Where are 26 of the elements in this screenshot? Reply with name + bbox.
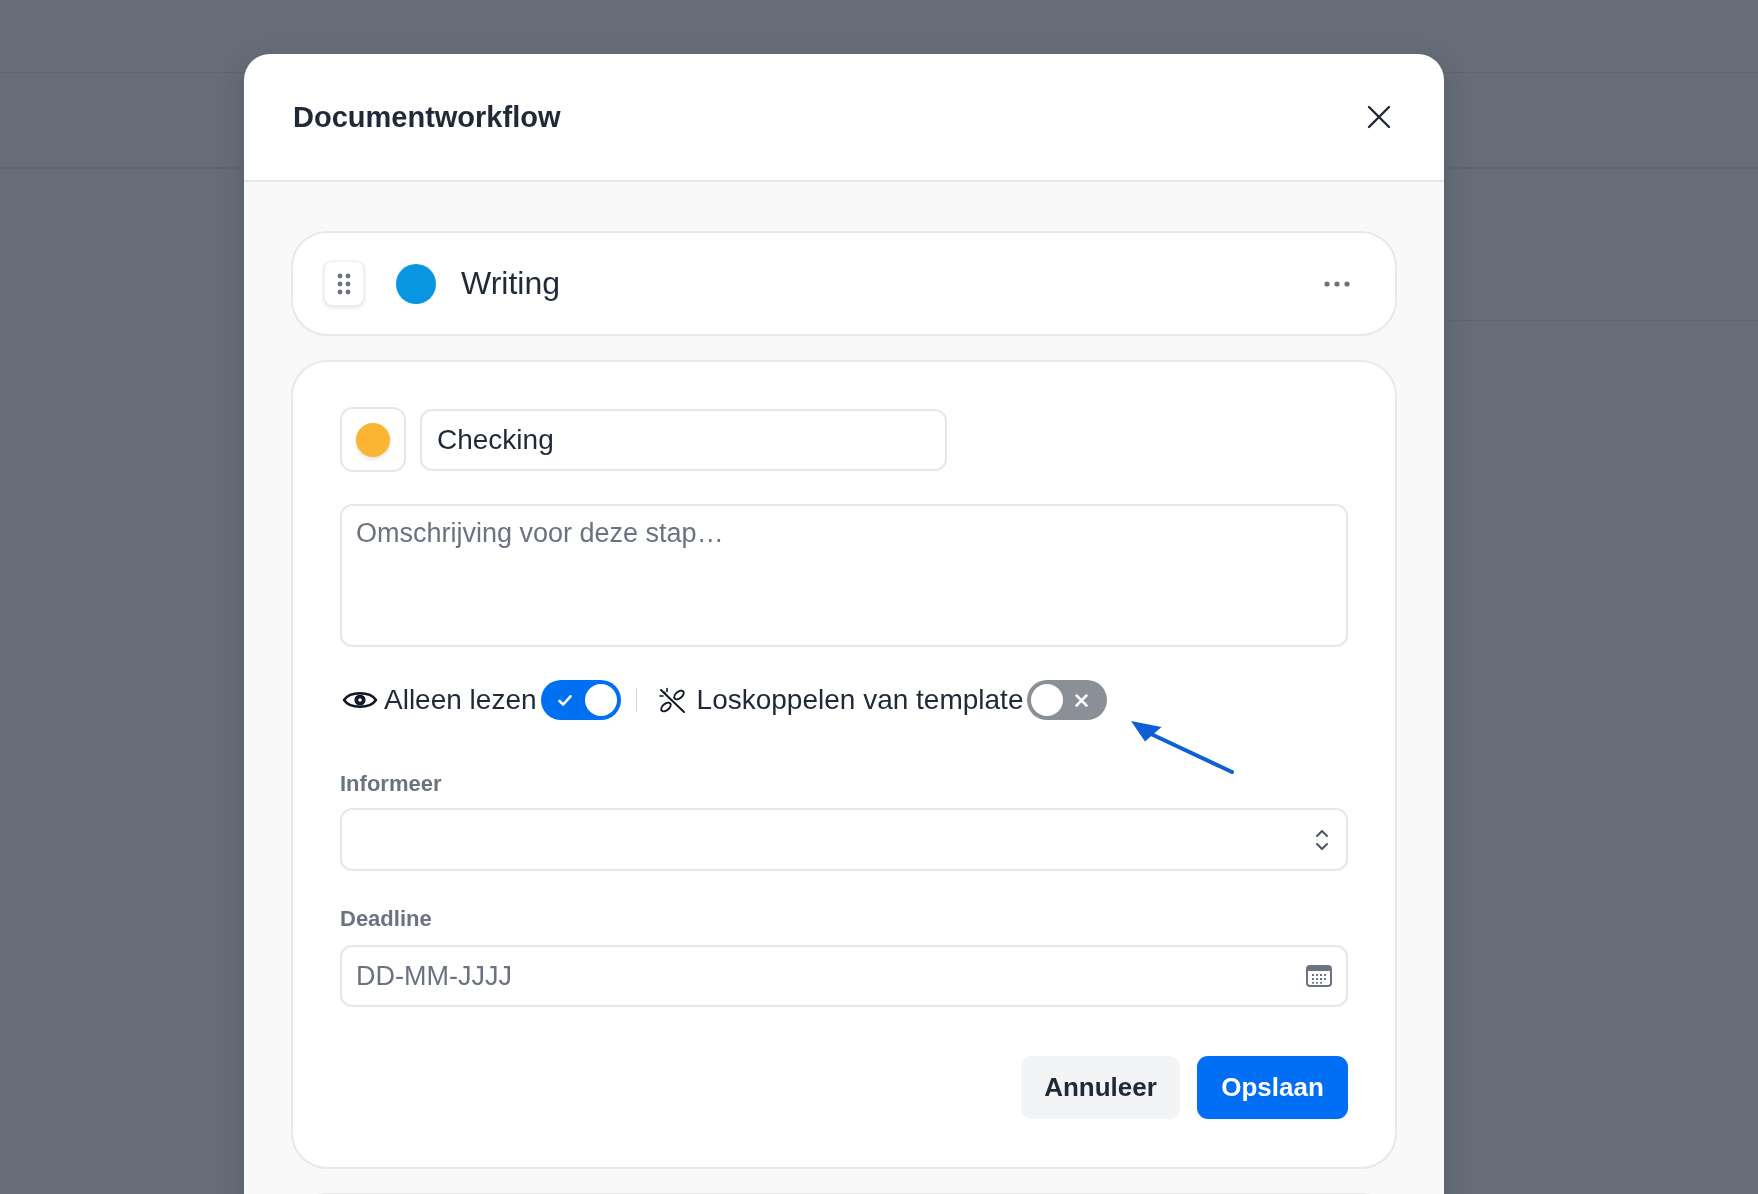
description-field[interactable]: Omschrijving voor deze stap… — [340, 504, 1348, 647]
close-icon — [1367, 105, 1391, 129]
toggle-switch[interactable] — [540, 680, 621, 720]
cancel-button[interactable]: Annuleer — [1021, 1056, 1180, 1119]
grip-icon[interactable] — [324, 261, 364, 306]
option-label: Loskoppelen van template — [696, 684, 1024, 716]
cross-icon — [1075, 693, 1089, 707]
name-field[interactable]: Checking — [420, 408, 947, 471]
date-field[interactable]: DD-MM-JJJJ — [340, 945, 1348, 1007]
option-label: Alleen lezen — [384, 684, 537, 716]
chevron-up-down-icon — [1315, 827, 1329, 852]
color-picker-button[interactable] — [340, 407, 406, 472]
more-button[interactable] — [1324, 280, 1350, 287]
broken-link-icon — [657, 686, 687, 714]
check-icon — [557, 693, 572, 707]
toggle-switch[interactable] — [1027, 680, 1108, 720]
field-label: Informeer — [340, 771, 442, 797]
close-button[interactable] — [1367, 105, 1391, 129]
select-field[interactable] — [340, 808, 1348, 871]
eye-icon — [342, 689, 378, 711]
dialog-title: Documentworkflow — [293, 100, 561, 134]
step-name: Writing — [461, 265, 560, 302]
calendar-icon[interactable] — [1306, 965, 1332, 987]
more-icon — [1324, 280, 1350, 287]
field-label: Deadline — [340, 906, 432, 932]
save-button[interactable]: Opslaan — [1197, 1056, 1348, 1119]
